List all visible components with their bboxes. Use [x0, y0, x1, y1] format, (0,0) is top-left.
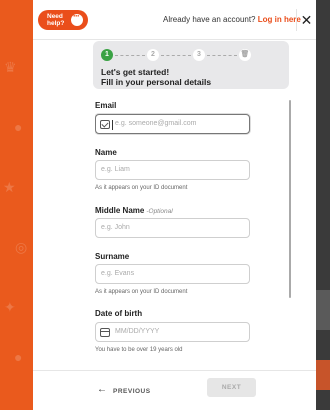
surname-label: Surname — [95, 252, 130, 261]
surname-field[interactable]: e.g. Evans — [95, 264, 250, 284]
intro-line-2: Fill in your personal details — [101, 77, 212, 87]
star-doodle: ★ — [3, 179, 16, 195]
close-icon: ✕ — [300, 12, 313, 28]
mail-icon — [100, 120, 110, 129]
step-indicator: 1 2 3 🗑 — [101, 49, 251, 61]
background-strip — [316, 360, 330, 390]
background-pattern: ♛ ● ★ ◎ ✦ ● — [0, 0, 33, 410]
calendar-icon — [100, 328, 110, 337]
background-page — [316, 0, 330, 410]
name-placeholder: e.g. Liam — [101, 166, 130, 173]
login-link[interactable]: Log in here — [258, 15, 301, 24]
dob-label: Date of birth — [95, 309, 143, 318]
ball-doodle: ● — [14, 119, 23, 135]
star-doodle: ✦ — [4, 299, 16, 315]
email-field[interactable]: e.g. someone@gmail.com — [95, 114, 250, 134]
background-strip — [316, 290, 330, 330]
modal-footer: ← PREVIOUS NEXT — [33, 370, 316, 410]
previous-button[interactable]: ← PREVIOUS — [97, 381, 157, 401]
step-4-icon: 🗑 — [239, 49, 251, 61]
middle-name-label-text: Middle Name — [95, 206, 145, 215]
step-1: 1 — [101, 49, 113, 61]
step-connector — [207, 55, 237, 56]
text-caret — [112, 120, 113, 130]
step-3: 3 — [193, 49, 205, 61]
ball-doodle: ◎ — [15, 239, 28, 255]
modal-header: Need help? Already have an account? Log … — [33, 0, 316, 40]
close-button[interactable]: ✕ — [296, 9, 316, 31]
email-label: Email — [95, 101, 117, 110]
signup-modal: Need help? Already have an account? Log … — [33, 0, 316, 410]
name-label: Name — [95, 148, 117, 157]
chat-icon — [71, 11, 83, 26]
ball-doodle: ● — [14, 349, 23, 365]
name-field[interactable]: e.g. Liam — [95, 160, 250, 180]
help-label: Need help? — [47, 13, 65, 27]
step-connector — [115, 55, 145, 56]
trophy-doodle: ♛ — [4, 59, 17, 75]
step-connector — [161, 55, 191, 56]
account-prompt-text: Already have an account? — [163, 15, 256, 24]
intro-title: Let's get started! Fill in your personal… — [101, 67, 211, 87]
need-help-button[interactable]: Need help? — [38, 10, 88, 30]
arrow-left-icon: ← — [97, 384, 107, 395]
personal-details-form: Email e.g. someone@gmail.com Name e.g. L… — [95, 92, 290, 370]
optional-tag: -Optional — [146, 208, 173, 215]
middle-name-placeholder: e.g. John — [101, 224, 130, 231]
surname-helper: As it appears on your ID document — [95, 289, 188, 295]
progress-card: 1 2 3 🗑 Let's get started! Fill in your … — [93, 41, 289, 89]
middle-name-field[interactable]: e.g. John — [95, 218, 250, 238]
middle-name-label: Middle Name -Optional — [95, 206, 173, 215]
name-helper: As it appears on your ID document — [95, 185, 188, 191]
email-placeholder: e.g. someone@gmail.com — [115, 120, 197, 127]
dob-placeholder: MM/DD/YYYY — [115, 328, 160, 335]
next-button[interactable]: NEXT — [207, 378, 256, 397]
step-2: 2 — [147, 49, 159, 61]
surname-placeholder: e.g. Evans — [101, 270, 135, 277]
dob-field[interactable]: MM/DD/YYYY — [95, 322, 250, 342]
previous-label: PREVIOUS — [113, 388, 151, 395]
intro-line-1: Let's get started! — [101, 67, 170, 77]
dob-helper: You have to be over 19 years old — [95, 347, 183, 353]
account-prompt: Already have an account? Log in here — [163, 15, 301, 24]
form-scrollbar[interactable] — [289, 100, 291, 298]
